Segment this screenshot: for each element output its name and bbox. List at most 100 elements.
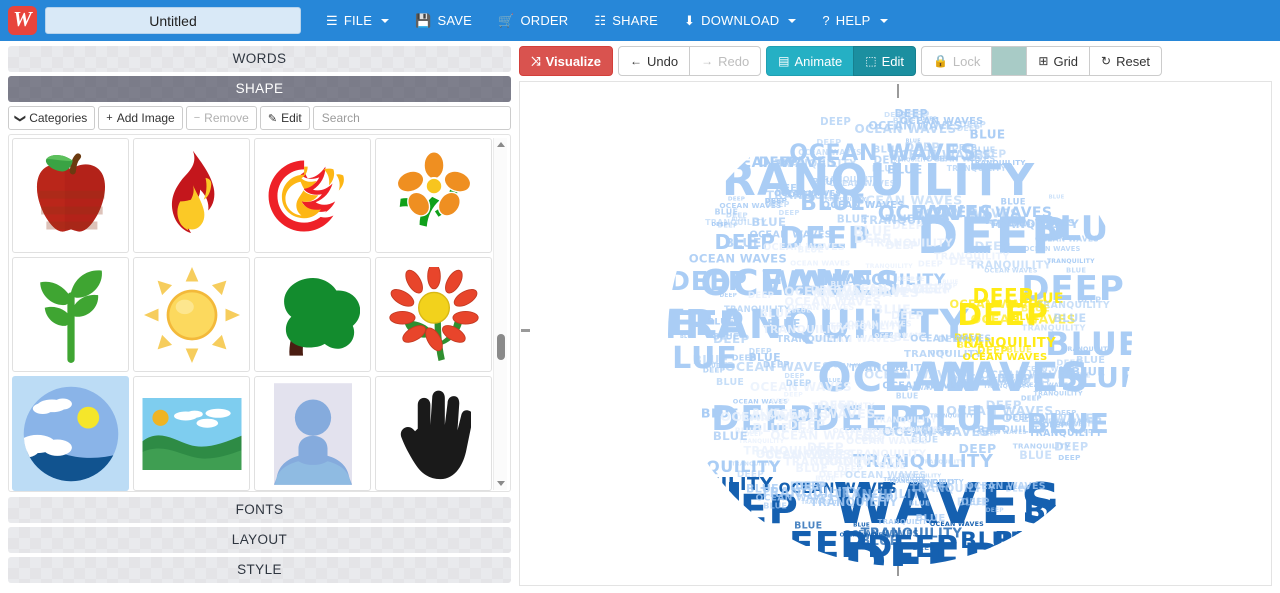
sidebar-panel-layout[interactable]: LAYOUT <box>8 527 511 553</box>
svg-text:TRANQUILITY: TRANQUILITY <box>762 323 846 336</box>
svg-text:DEEP: DEEP <box>938 335 966 345</box>
gallery-scrollbar[interactable] <box>493 138 507 490</box>
svg-text:BLUE: BLUE <box>794 520 822 531</box>
svg-text:DEEP: DEEP <box>816 137 841 147</box>
pencil-square-icon: ✎ <box>267 112 278 125</box>
app-logo[interactable]: W <box>8 6 37 35</box>
button-label: Animate <box>794 53 843 69</box>
svg-text:OCEAN WAVES: OCEAN WAVES <box>793 583 963 586</box>
leafy-sprout-shape[interactable] <box>12 257 129 372</box>
svg-text:BLUE: BLUE <box>906 138 922 144</box>
redo-button: → Redo <box>689 46 762 76</box>
svg-text:BLUE: BLUE <box>837 214 868 226</box>
svg-text:BLUE: BLUE <box>853 522 870 528</box>
svg-text:OCEAN WAVES: OCEAN WAVES <box>1035 234 1099 243</box>
svg-text:DEEP: DEEP <box>737 470 764 480</box>
shape-tool-label: Edit <box>281 111 302 125</box>
svg-text:OCEAN: OCEAN <box>520 472 746 537</box>
sidebar-panel-words[interactable]: WORDS <box>8 46 511 72</box>
menu-item-file[interactable]: ☰ FILE <box>313 9 402 32</box>
svg-text:BLUE: BLUE <box>760 307 792 320</box>
shape-search-input[interactable] <box>312 106 511 130</box>
logo-letter: W <box>13 7 32 31</box>
svg-text:TRANQUILITY: TRANQUILITY <box>1022 323 1087 333</box>
person-silhouette-shape[interactable] <box>254 376 371 491</box>
grid-button[interactable]: ⊞ Grid <box>1026 46 1091 76</box>
svg-text:TRANQUILITY: TRANQUILITY <box>760 486 861 501</box>
svg-text:BLUE: BLUE <box>1001 196 1026 206</box>
visualize-button[interactable]: ⤨ Visualize <box>519 46 614 76</box>
svg-text:DEEP: DEEP <box>703 366 726 375</box>
caret-down-icon <box>381 18 390 23</box>
menu-item-share[interactable]: ☷ SHARE <box>581 9 671 32</box>
menu-item-order[interactable]: 🛒 ORDER <box>485 9 581 32</box>
svg-text:BLUE: BLUE <box>725 235 762 250</box>
svg-text:OCEAN WAVES: OCEAN WAVES <box>798 148 862 157</box>
shape-tool-label: Categories <box>29 111 88 125</box>
fireball-shape[interactable] <box>254 138 371 253</box>
menu-item-help[interactable]: ? HELP <box>809 9 900 32</box>
svg-text:DEEP: DEEP <box>784 391 804 398</box>
minus-icon: − <box>193 112 201 124</box>
svg-text:TRANQUILITY: TRANQUILITY <box>743 444 831 457</box>
svg-text:BLUE: BLUE <box>1066 267 1086 275</box>
svg-text:BLUE: BLUE <box>776 160 793 166</box>
sidebar-panel-fonts[interactable]: FONTS <box>8 497 511 523</box>
menu-item-label: DOWNLOAD <box>701 13 780 28</box>
svg-text:DEEP: DEEP <box>961 497 990 508</box>
svg-text:OCEAN WAVES: OCEAN WAVES <box>840 532 887 538</box>
svg-text:TRANQUILITY: TRANQUILITY <box>861 213 950 227</box>
main-menu: ☰ FILE 💾 SAVE 🛒 ORDER ☷ SHARE ⬇ DOWNLOAD? HELP <box>313 9 901 32</box>
categories-button[interactable]: ❯ Categories <box>8 106 96 130</box>
ocean-seascape-shape[interactable] <box>12 376 129 491</box>
hand-shape[interactable] <box>375 376 492 491</box>
svg-text:OCEAN WAVES: OCEAN WAVES <box>790 258 850 267</box>
red-daisy-shape[interactable] <box>375 257 492 372</box>
background-color-swatch[interactable] <box>991 46 1028 76</box>
apple-shape[interactable] <box>12 138 129 253</box>
orange-flower-shape[interactable] <box>375 138 492 253</box>
svg-text:BLUE: BLUE <box>1023 494 1112 529</box>
wordcloud-canvas[interactable]: OCEANWAVESDEEPDEEPDEEPBLUEBLUEBLUEDEEPOC… <box>519 81 1272 586</box>
caret-up-icon[interactable] <box>494 138 508 151</box>
button-label: Undo <box>647 53 679 69</box>
flame-shape[interactable] <box>133 138 250 253</box>
svg-text:DEEP: DEEP <box>980 430 999 437</box>
svg-text:OCEAN WAVES: OCEAN WAVES <box>882 380 964 391</box>
reset-button[interactable]: ↻ Reset <box>1089 46 1163 76</box>
scrollbar-thumb[interactable] <box>497 334 505 360</box>
lock-icon: 🔒 <box>932 54 948 68</box>
document-title-input[interactable] <box>45 7 301 34</box>
sun-shape[interactable] <box>133 257 250 372</box>
svg-text:OCEAN WAVES: OCEAN WAVES <box>926 154 996 164</box>
hills-landscape-shape[interactable] <box>133 376 250 491</box>
wordcloud-image: OCEANWAVESDEEPDEEPDEEPBLUEBLUEBLUEDEEPOC… <box>520 82 1271 586</box>
svg-text:TRANQUILITY: TRANQUILITY <box>817 175 879 184</box>
arrow-right-icon: → <box>701 54 714 68</box>
svg-text:DEEP: DEEP <box>997 373 1031 386</box>
shape-tool-label: Remove <box>204 111 249 125</box>
svg-text:BLUE: BLUE <box>921 425 953 438</box>
sidebar-panel-style[interactable]: STYLE <box>8 557 511 583</box>
svg-text:BLUE: BLUE <box>873 144 902 155</box>
shape-tools-toolbar: ❯ Categories + Add Image − Remove ✎ Edit <box>8 106 511 130</box>
sidebar-panel-shape[interactable]: SHAPE <box>8 76 511 102</box>
menu-item-save[interactable]: 💾 SAVE <box>402 9 485 32</box>
menu-item-download[interactable]: ⬇ DOWNLOAD <box>671 9 809 32</box>
animate-button[interactable]: ▤ Animate <box>766 46 855 76</box>
svg-text:TRANQUILITY: TRANQUILITY <box>934 251 1011 262</box>
tree-shape[interactable] <box>254 257 371 372</box>
undo-button[interactable]: ← Undo <box>618 46 691 76</box>
edit-button[interactable]: ⬚ Edit <box>853 46 916 76</box>
svg-text:OCEAN WAVES: OCEAN WAVES <box>846 436 928 447</box>
svg-text:OCEAN WAVES: OCEAN WAVES <box>725 359 832 374</box>
svg-text:DEEP: DEEP <box>985 220 1001 226</box>
sidebar-panel-words-label: WORDS <box>232 51 287 66</box>
edit-button[interactable]: ✎ Edit <box>259 106 310 130</box>
svg-text:TRANQUILITY: TRANQUILITY <box>1063 346 1113 353</box>
caret-down-icon[interactable] <box>494 477 508 490</box>
button-label: Grid <box>1053 53 1079 69</box>
svg-text:DEEP: DEEP <box>820 117 851 128</box>
add-image-button[interactable]: + Add Image <box>98 106 183 130</box>
button-label: Visualize <box>545 53 602 69</box>
